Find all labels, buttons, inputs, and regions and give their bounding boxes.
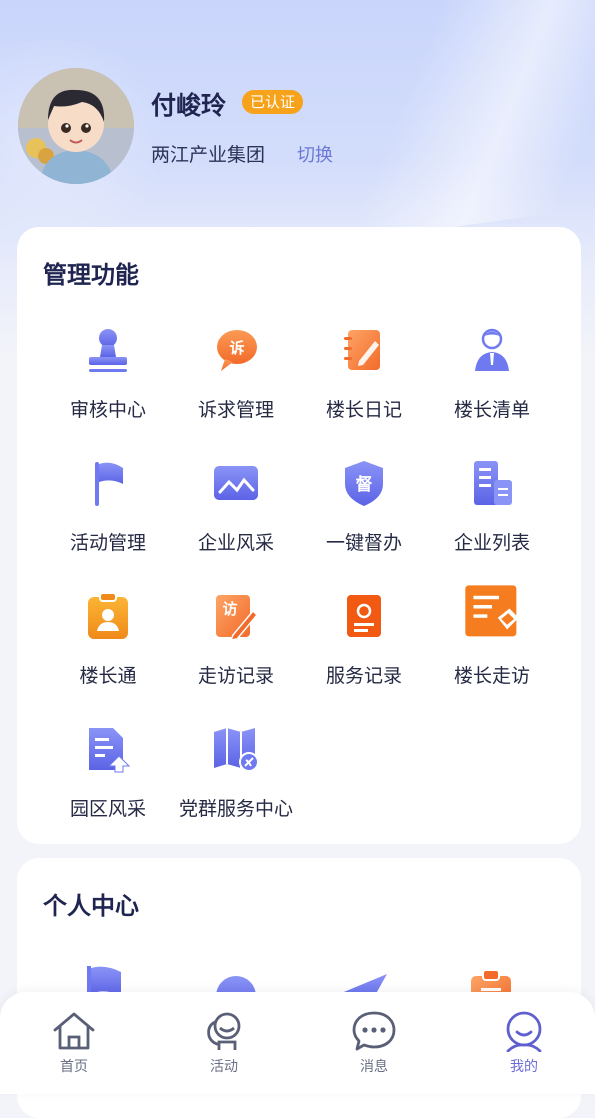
menu-item-label: 楼长走访	[453, 665, 530, 687]
home-icon	[53, 1012, 95, 1050]
stamp-icon	[89, 329, 127, 372]
party-map-icon	[214, 728, 259, 772]
menu-item-audit-center[interactable]: 审核中心	[43, 325, 171, 435]
avatar[interactable]	[18, 68, 134, 184]
handshake-note-icon	[465, 585, 519, 637]
tab-label: 首页	[60, 1059, 88, 1075]
svg-text:诉: 诉	[229, 339, 244, 357]
tab-label: 我的	[510, 1059, 538, 1075]
notebook-pen-icon	[344, 330, 380, 370]
svg-text:访: 访	[222, 600, 237, 618]
activity-icon	[207, 1012, 241, 1050]
tab-label: 消息	[360, 1059, 388, 1075]
user-name: 付峻玲	[151, 91, 227, 120]
bottom-tab-bar: 首页 活动 消息 我的	[0, 992, 595, 1094]
menu-item-label: 党群服务中心	[178, 798, 293, 820]
menu-item-enterprise-list[interactable]: 企业列表	[427, 458, 555, 568]
building-list-icon	[474, 461, 512, 505]
switch-company-link[interactable]: 切换	[297, 141, 333, 167]
tab-mine[interactable]: 我的	[474, 1010, 574, 1090]
tab-messages[interactable]: 消息	[324, 1010, 424, 1090]
menu-item-visit-records[interactable]: 访 走访记录	[171, 591, 299, 701]
menu-item-park-showcase[interactable]: 园区风采	[43, 724, 171, 834]
menu-item-enterprise-showcase[interactable]: 企业风采	[171, 458, 299, 568]
menu-item-service-records[interactable]: 服务记录	[299, 591, 427, 701]
menu-item-manager-diary[interactable]: 楼长日记	[299, 325, 427, 435]
menu-item-one-click-supervise[interactable]: 督 一键督办	[299, 458, 427, 568]
menu-item-label: 企业列表	[453, 532, 530, 554]
service-doc-icon	[347, 595, 381, 637]
id-badge-icon	[88, 592, 128, 639]
manager-person-icon	[475, 328, 509, 371]
tab-home[interactable]: 首页	[24, 1010, 124, 1090]
flag-icon	[95, 462, 123, 506]
profile-section: 付峻玲 已认证 两江产业集团 切换	[18, 68, 578, 186]
menu-item-manager-connect[interactable]: 楼长通	[43, 591, 171, 701]
visit-pen-icon: 访	[216, 595, 259, 641]
profile-icon	[506, 1011, 542, 1052]
menu-item-party-service-center[interactable]: 党群服务中心	[171, 724, 299, 834]
svg-text:督: 督	[356, 474, 373, 495]
tab-label: 活动	[210, 1059, 238, 1075]
menu-item-activity-management[interactable]: 活动管理	[43, 458, 171, 568]
menu-item-label: 楼长清单	[453, 399, 530, 421]
verified-badge: 已认证	[242, 90, 304, 114]
park-doc-icon	[89, 728, 131, 773]
company-name: 两江产业集团	[151, 144, 266, 166]
appeal-bubble-icon: 诉	[217, 330, 257, 371]
menu-item-manager-list[interactable]: 楼长清单	[427, 325, 555, 435]
menu-item-appeal-management[interactable]: 诉 诉求管理	[171, 325, 299, 435]
menu-item-manager-visit[interactable]: 楼长走访	[427, 585, 555, 701]
management-title: 管理功能	[43, 261, 139, 289]
landscape-image-icon	[214, 466, 258, 500]
message-icon	[352, 1011, 396, 1051]
tab-activity[interactable]: 活动	[174, 1010, 274, 1090]
management-card: 管理功能 审核中心 诉 诉求管理 楼长日记 楼长清单 活动管理 企业风采 督 一…	[17, 227, 581, 844]
personal-center-title: 个人中心	[43, 892, 139, 920]
supervise-shield-icon: 督	[345, 461, 383, 506]
